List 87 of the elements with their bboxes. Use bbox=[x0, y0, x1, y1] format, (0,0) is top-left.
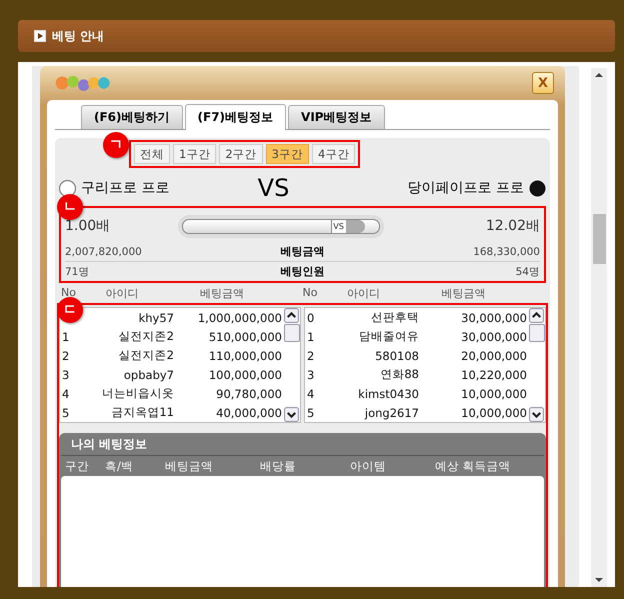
stat-label: 베팅금액 bbox=[280, 244, 324, 259]
go-stone-icon bbox=[59, 180, 76, 196]
table-cell: 4 bbox=[62, 386, 70, 400]
annotation-badge: ㄱ bbox=[103, 132, 129, 158]
scrollbar[interactable] bbox=[529, 308, 545, 422]
table-cell-text: 20,000,000 bbox=[460, 348, 528, 362]
column-header: 베팅금액 bbox=[198, 286, 245, 300]
table-cell-text: 30,000,000 bbox=[460, 330, 528, 344]
table-cell: 3 bbox=[62, 368, 70, 382]
table-cell-text: 580108 bbox=[374, 348, 419, 362]
table-cell: 0 bbox=[307, 310, 314, 324]
scroll-down-icon[interactable] bbox=[284, 407, 299, 422]
table-cell: 5 bbox=[307, 406, 314, 420]
close-button[interactable]: X bbox=[532, 72, 554, 94]
annotation-badge: ㄴ bbox=[57, 194, 83, 220]
header-title: 베팅 안내 bbox=[52, 28, 104, 44]
odds-value: 1.00배 bbox=[65, 217, 110, 235]
player-name: 당이페이프로 프로 bbox=[408, 179, 524, 197]
segment-button[interactable]: 3구간 bbox=[266, 144, 309, 164]
table-cell-text: 선판후택 bbox=[370, 310, 419, 325]
table-cell-text: 너는비읍시옷 bbox=[101, 386, 174, 401]
scroll-up-icon[interactable] bbox=[284, 308, 299, 323]
scrollbar[interactable] bbox=[591, 68, 607, 587]
table-cell-text: 실전지존2 bbox=[118, 329, 174, 344]
scroll-thumb[interactable] bbox=[529, 324, 545, 342]
table-cell-text: 110,000,000 bbox=[208, 348, 283, 362]
segment-button[interactable]: 1구간 bbox=[173, 144, 216, 164]
scroll-down-icon[interactable] bbox=[529, 407, 544, 422]
table-cell: 5 bbox=[62, 406, 70, 420]
table-cell-text: 100,000,000 bbox=[208, 368, 283, 382]
vs-label: VS bbox=[258, 174, 290, 202]
scroll-thumb[interactable] bbox=[284, 324, 300, 342]
table-cell-text: 10,220,000 bbox=[460, 368, 528, 382]
column-header: 구간 bbox=[65, 458, 90, 474]
segment-button[interactable]: 2구간 bbox=[219, 144, 263, 164]
column-header: 아이디 bbox=[104, 286, 140, 300]
table-cell-text: 1,000,000,000 bbox=[196, 310, 283, 324]
scroll-up-icon[interactable] bbox=[529, 308, 544, 323]
segment-button[interactable]: 전체 bbox=[134, 144, 170, 164]
player-name: 구리프로 프로 bbox=[81, 179, 170, 197]
scroll-down-icon[interactable] bbox=[594, 577, 604, 583]
scroll-up-icon[interactable] bbox=[594, 72, 604, 78]
table-cell-text: 90,780,000 bbox=[215, 386, 283, 400]
column-header: 베팅금액 bbox=[165, 458, 214, 474]
table-cell-text: 10,000,000 bbox=[460, 406, 528, 420]
table-cell: 2 bbox=[307, 348, 314, 362]
odds-value: 12.02배 bbox=[486, 217, 540, 235]
table-cell: 3 bbox=[307, 368, 314, 382]
table-cell: 4 bbox=[307, 386, 314, 400]
table-cell: 1 bbox=[307, 330, 314, 344]
table-cell-text: 10,000,000 bbox=[460, 386, 528, 400]
table-cell-text: 510,000,000 bbox=[208, 330, 283, 344]
column-header: 베팅금액 bbox=[440, 286, 486, 300]
tab[interactable]: (F6)베팅하기 bbox=[81, 105, 183, 129]
table-cell-text: 실전지존2 bbox=[118, 348, 174, 363]
column-header: 배당률 bbox=[260, 458, 297, 474]
table-cell: 1 bbox=[62, 330, 70, 344]
scroll-thumb[interactable] bbox=[592, 214, 606, 264]
stat-value: 54명 bbox=[514, 264, 540, 278]
table-cell-text: 40,000,000 bbox=[215, 406, 283, 420]
table-cell-text: 30,000,000 bbox=[460, 310, 528, 324]
panel-title: 나의 베팅정보 bbox=[61, 433, 544, 456]
play-icon bbox=[34, 30, 46, 42]
column-header: 아이디 bbox=[346, 286, 381, 300]
slider-thumb[interactable]: VS bbox=[331, 220, 366, 232]
column-header: 아이템 bbox=[350, 458, 387, 474]
stat-value: 71명 bbox=[65, 264, 90, 278]
scrollbar[interactable] bbox=[284, 308, 300, 422]
table-cell: 2 bbox=[62, 348, 70, 362]
annotation-badge: ㄷ bbox=[57, 297, 83, 323]
column-header: No bbox=[302, 286, 318, 300]
table-cell-text: opbaby7 bbox=[122, 368, 174, 382]
table-cell-text: kimst0430 bbox=[357, 386, 419, 400]
stat-value: 2,007,820,000 bbox=[65, 246, 143, 258]
table-cell-text: 담배줄여유 bbox=[358, 329, 419, 344]
go-stone-icon bbox=[529, 180, 546, 196]
column-header: 예상 획득금액 bbox=[435, 458, 511, 474]
table-cell-text: khy57 bbox=[138, 310, 174, 324]
stat-value: 168,330,000 bbox=[472, 246, 540, 258]
table-cell-text: 연화88 bbox=[379, 367, 419, 382]
column-header: 흑/백 bbox=[105, 458, 134, 474]
table-cell-text: jong2617 bbox=[364, 406, 419, 420]
stat-label: 베팅인원 bbox=[280, 264, 324, 279]
tab[interactable]: VIP베팅정보 bbox=[288, 105, 385, 129]
table-cell-text: 금지옥엽11 bbox=[110, 405, 174, 420]
segment-button[interactable]: 4구간 bbox=[312, 144, 356, 164]
tab[interactable]: (F7)베팅정보 bbox=[184, 104, 286, 130]
